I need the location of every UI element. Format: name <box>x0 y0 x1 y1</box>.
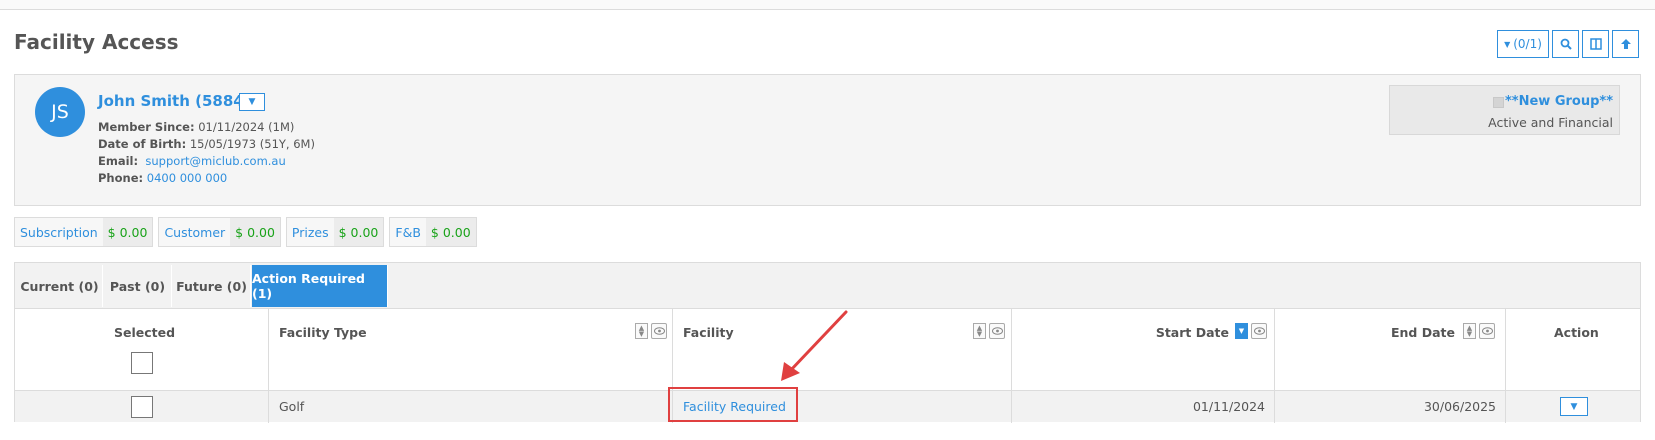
filter-count: (0/1) <box>1513 37 1542 51</box>
group-box: **New Group** Active and Financial <box>1389 85 1620 135</box>
member-since-value: 01/11/2024 (1M) <box>198 120 295 134</box>
email-row: Email: support@miclub.com.au <box>98 153 315 170</box>
table-row <box>15 391 1640 422</box>
balance-label: Prizes <box>291 224 329 240</box>
email-label: Email: <box>98 154 139 168</box>
balance-value: $ 0.00 <box>230 218 280 246</box>
column-divider <box>1505 309 1506 423</box>
tab-past[interactable]: Past (0) <box>104 265 172 307</box>
header-start-date[interactable]: Start Date <box>1156 325 1229 340</box>
balance-subscription[interactable]: Subscription $ 0.00 <box>14 217 154 247</box>
columns-icon <box>1589 38 1602 50</box>
balance-strip: Subscription $ 0.00 Customer $ 0.00 Prizes… <box>14 217 477 247</box>
balance-prizes[interactable]: Prizes $ 0.00 <box>285 217 385 247</box>
search-button[interactable] <box>1552 30 1579 58</box>
row-select-checkbox[interactable] <box>131 396 153 418</box>
dob-value: 15/05/1973 (51Y, 6M) <box>189 137 315 151</box>
tab-bar: Current (0) Past (0) Future (0) Action R… <box>14 262 1641 309</box>
balance-label: F&B <box>395 224 421 240</box>
phone-link[interactable]: 0400 000 000 <box>147 171 227 185</box>
balance-customer[interactable]: Customer $ 0.00 <box>158 217 281 247</box>
group-name-link[interactable]: **New Group** <box>1505 94 1613 109</box>
filter-button[interactable]: ▼ (0/1) <box>1497 30 1549 58</box>
highlight-box <box>668 387 798 422</box>
balance-value: $ 0.00 <box>102 218 153 246</box>
sort-icon[interactable]: ▲ ▼ <box>635 323 648 339</box>
member-since-label: Member Since: <box>98 120 195 134</box>
tab-future[interactable]: Future (0) <box>173 265 251 307</box>
phone-label: Phone: <box>98 171 144 185</box>
avatar: JS <box>35 87 85 137</box>
balance-label: Subscription <box>20 224 98 240</box>
balance-label: Customer <box>164 224 226 240</box>
column-divider <box>268 309 269 423</box>
header-selected: Selected <box>114 325 176 340</box>
caret-down-icon: ▼ <box>248 97 256 107</box>
header-action: Action <box>1554 325 1599 340</box>
phone-row: Phone: 0400 000 000 <box>98 170 315 187</box>
eye-icon[interactable] <box>1251 323 1267 339</box>
balance-value: $ 0.00 <box>425 218 476 246</box>
top-divider <box>0 0 1655 10</box>
caret-down-icon: ▼ <box>1570 401 1578 412</box>
header-end-date[interactable]: End Date <box>1391 325 1455 340</box>
tab-action-required[interactable]: Action Required (1) <box>252 265 388 307</box>
table-header <box>15 309 1640 391</box>
sort-desc-icon[interactable]: ▼ <box>1235 323 1248 339</box>
header-facility[interactable]: Facility <box>683 325 734 340</box>
tab-current[interactable]: Current (0) <box>17 265 103 307</box>
eye-icon[interactable] <box>989 323 1005 339</box>
eye-icon[interactable] <box>651 323 667 339</box>
balance-fnb[interactable]: F&B $ 0.00 <box>389 217 477 247</box>
member-details: Member Since: 01/11/2024 (1M) Date of Bi… <box>98 119 315 187</box>
facility-table: Selected Facility Type ▲ ▼ Facility ▲ ▼ St… <box>14 308 1641 423</box>
column-divider <box>1274 309 1275 423</box>
column-divider <box>1011 309 1012 423</box>
email-link[interactable]: support@miclub.com.au <box>145 154 285 168</box>
dob-label: Date of Birth: <box>98 137 187 151</box>
member-menu-button[interactable]: ▼ <box>239 93 265 111</box>
search-icon <box>1560 38 1572 50</box>
columns-button[interactable] <box>1582 30 1609 58</box>
eye-icon[interactable] <box>1479 323 1495 339</box>
cell-facility-type: Golf <box>279 399 305 414</box>
group-checkbox[interactable] <box>1493 97 1504 108</box>
sort-icon[interactable]: ▲ ▼ <box>973 323 986 339</box>
page-toolbar: ▼ (0/1) <box>1497 30 1639 58</box>
select-all-checkbox[interactable] <box>131 352 153 374</box>
caret-down-icon: ▼ <box>1504 39 1511 49</box>
arrow-up-icon <box>1620 39 1631 49</box>
member-name-link[interactable]: John Smith (5884) <box>98 92 251 110</box>
dob-row: Date of Birth: 15/05/1973 (51Y, 6M) <box>98 136 315 153</box>
member-since-row: Member Since: 01/11/2024 (1M) <box>98 119 315 136</box>
scroll-up-button[interactable] <box>1612 30 1639 58</box>
page-title: Facility Access <box>14 30 179 54</box>
row-action-button[interactable]: ▼ <box>1560 397 1588 416</box>
cell-start-date: 01/11/2024 <box>1192 399 1265 414</box>
group-status: Active and Financial <box>1488 115 1613 130</box>
cell-end-date: 30/06/2025 <box>1423 399 1496 414</box>
balance-value: $ 0.00 <box>333 218 384 246</box>
member-summary-panel: JS John Smith (5884) ▼ Member Since: 01/… <box>14 74 1641 206</box>
header-facility-type[interactable]: Facility Type <box>279 325 367 340</box>
sort-icon[interactable]: ▲ ▼ <box>1463 323 1476 339</box>
